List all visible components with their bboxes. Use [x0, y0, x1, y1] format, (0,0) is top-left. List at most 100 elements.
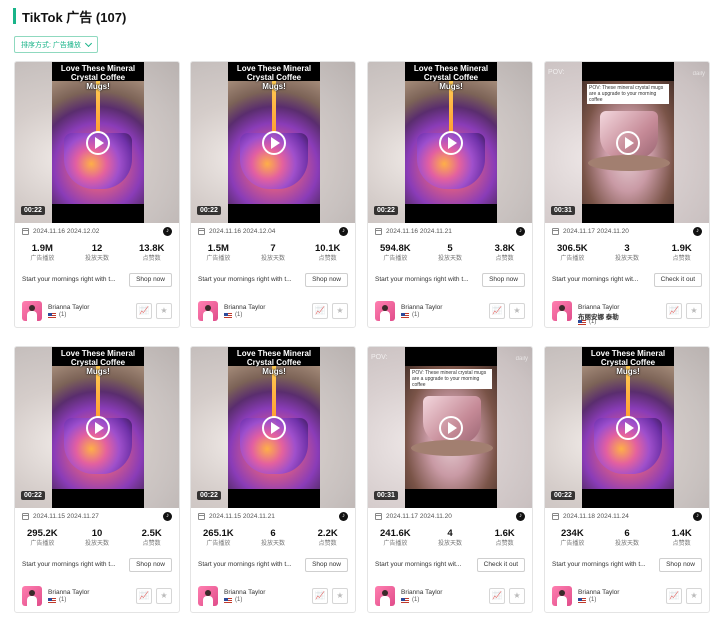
likes-label: 点赞数	[672, 541, 691, 547]
video-thumbnail[interactable]: Love These Mineral Crystal Coffee Mugs! …	[15, 62, 179, 223]
ad-card[interactable]: Love These Mineral Crystal Coffee Mugs! …	[190, 61, 356, 328]
video-duration: 00:22	[374, 206, 398, 215]
favorite-button[interactable]: ★	[156, 303, 172, 319]
avatar[interactable]	[552, 301, 572, 321]
trend-chart-button[interactable]: 📈	[136, 588, 152, 604]
cta-button[interactable]: Shop now	[129, 558, 172, 572]
us-flag-icon	[224, 312, 232, 318]
video-thumbnail[interactable]: Love These Mineral Crystal Coffee Mugs! …	[545, 347, 709, 508]
cta-button[interactable]: Shop now	[305, 558, 348, 572]
advertiser-region: (1)	[401, 312, 419, 318]
trend-chart-button[interactable]: 📈	[489, 588, 505, 604]
avatar[interactable]	[22, 586, 42, 606]
trend-chart-button[interactable]: 📈	[312, 303, 328, 319]
avatar[interactable]	[375, 301, 395, 321]
favorite-button[interactable]: ★	[509, 303, 525, 319]
advertiser-name[interactable]: Brianna Taylor	[48, 589, 89, 596]
advertiser-name[interactable]: Brianna Taylor	[578, 304, 619, 311]
cta-button[interactable]: Shop now	[482, 273, 525, 287]
likes-value: 13.8K	[139, 243, 165, 254]
avatar-head	[382, 305, 388, 311]
trend-chart-icon: 📈	[315, 591, 325, 600]
video-thumbnail[interactable]: Love These Mineral Crystal Coffee Mugs! …	[191, 347, 355, 508]
play-icon[interactable]	[86, 416, 110, 440]
impressions-label: 广告播放	[206, 541, 231, 547]
calendar-icon	[552, 513, 559, 520]
ad-card[interactable]: Love These Mineral Crystal Coffee Mugs! …	[190, 346, 356, 613]
cta-button[interactable]: Check it out	[476, 558, 525, 572]
sort-dropdown[interactable]: 排序方式: 广告播放	[14, 36, 98, 53]
favorite-button[interactable]: ★	[156, 588, 172, 604]
play-icon[interactable]	[616, 131, 640, 155]
favorite-button[interactable]: ★	[332, 588, 348, 604]
ad-description: Start your mornings right with t...	[198, 561, 292, 568]
date-range: 2024.11.15 2024.11.21	[209, 513, 275, 520]
advertiser-name[interactable]: Brianna Taylor	[224, 589, 265, 596]
video-overlay-text: Love These Mineral Crystal Coffee Mugs!	[236, 349, 312, 376]
advertiser-name[interactable]: Brianna Taylor	[578, 589, 619, 596]
ad-card[interactable]: POV: daily POV: These mineral crystal mu…	[544, 61, 710, 328]
cta-button[interactable]: Check it out	[653, 273, 702, 287]
advertiser-name[interactable]: Brianna Taylor	[401, 589, 442, 596]
avatar[interactable]	[198, 301, 218, 321]
date-range: 2024.11.17 2024.11.20	[386, 513, 452, 520]
tiktok-icon: ♪	[516, 227, 525, 236]
days-label: 投放天数	[261, 541, 286, 547]
play-icon[interactable]	[86, 131, 110, 155]
ad-card[interactable]: POV: daily POV: These mineral crystal mu…	[367, 346, 533, 613]
cta-button[interactable]: Shop now	[659, 558, 702, 572]
trend-chart-button[interactable]: 📈	[489, 303, 505, 319]
advertiser-name[interactable]: Brianna Taylor	[401, 304, 442, 311]
ad-card[interactable]: Love These Mineral Crystal Coffee Mugs! …	[367, 61, 533, 328]
play-icon[interactable]	[439, 416, 463, 440]
avatar[interactable]	[375, 586, 395, 606]
video-duration: 00:22	[551, 491, 575, 500]
video-thumbnail[interactable]: Love These Mineral Crystal Coffee Mugs! …	[191, 62, 355, 223]
advertiser-region: (1)	[401, 597, 419, 603]
trend-chart-button[interactable]: 📈	[666, 588, 682, 604]
stat-days: 12 投放天数	[70, 243, 125, 264]
video-thumbnail[interactable]: Love These Mineral Crystal Coffee Mugs! …	[368, 62, 532, 223]
play-icon[interactable]	[616, 416, 640, 440]
ad-card[interactable]: Love These Mineral Crystal Coffee Mugs! …	[14, 346, 180, 613]
advertiser-name[interactable]: Brianna Taylor	[224, 304, 265, 311]
ad-card[interactable]: Love These Mineral Crystal Coffee Mugs! …	[14, 61, 180, 328]
favorite-button[interactable]: ★	[509, 588, 525, 604]
stat-days: 6 投放天数	[246, 528, 301, 549]
ad-card[interactable]: Love These Mineral Crystal Coffee Mugs! …	[544, 346, 710, 613]
advertiser-name[interactable]: Brianna Taylor	[48, 304, 89, 311]
avatar-figure	[27, 311, 37, 321]
trend-chart-button[interactable]: 📈	[666, 303, 682, 319]
video-thumbnail[interactable]: POV: daily POV: These mineral crystal mu…	[368, 347, 532, 508]
play-icon[interactable]	[262, 131, 286, 155]
avatar[interactable]	[198, 586, 218, 606]
ad-stats: 1.9M 广告播放 12 投放天数 13.8K 点赞数	[15, 243, 179, 264]
video-thumbnail[interactable]: Love These Mineral Crystal Coffee Mugs! …	[15, 347, 179, 508]
play-icon[interactable]	[262, 416, 286, 440]
avatar-figure	[557, 596, 567, 606]
likes-value: 1.9K	[671, 243, 692, 254]
favorite-button[interactable]: ★	[686, 303, 702, 319]
trend-chart-button[interactable]: 📈	[312, 588, 328, 604]
trend-chart-button[interactable]: 📈	[136, 303, 152, 319]
avatar-figure	[27, 596, 37, 606]
impressions-value: 1.5M	[207, 243, 229, 254]
favorite-button[interactable]: ★	[686, 588, 702, 604]
video-duration: 00:31	[374, 491, 398, 500]
calendar-icon	[22, 228, 29, 235]
video-overlay-text: Love These Mineral Crystal Coffee Mugs!	[590, 349, 666, 376]
favorite-button[interactable]: ★	[332, 303, 348, 319]
likes-label: 点赞数	[318, 256, 337, 262]
calendar-icon	[375, 513, 382, 520]
video-thumbnail[interactable]: POV: daily POV: These mineral crystal mu…	[545, 62, 709, 223]
avatar[interactable]	[22, 301, 42, 321]
avatar[interactable]	[552, 586, 572, 606]
cta-button[interactable]: Shop now	[305, 273, 348, 287]
calendar-icon	[198, 513, 205, 520]
play-icon[interactable]	[439, 131, 463, 155]
days-label: 投放天数	[438, 541, 463, 547]
likes-value: 1.6K	[494, 528, 515, 539]
cta-button[interactable]: Shop now	[129, 273, 172, 287]
stat-days: 7 投放天数	[246, 243, 301, 264]
likes-value: 10.1K	[315, 243, 341, 254]
